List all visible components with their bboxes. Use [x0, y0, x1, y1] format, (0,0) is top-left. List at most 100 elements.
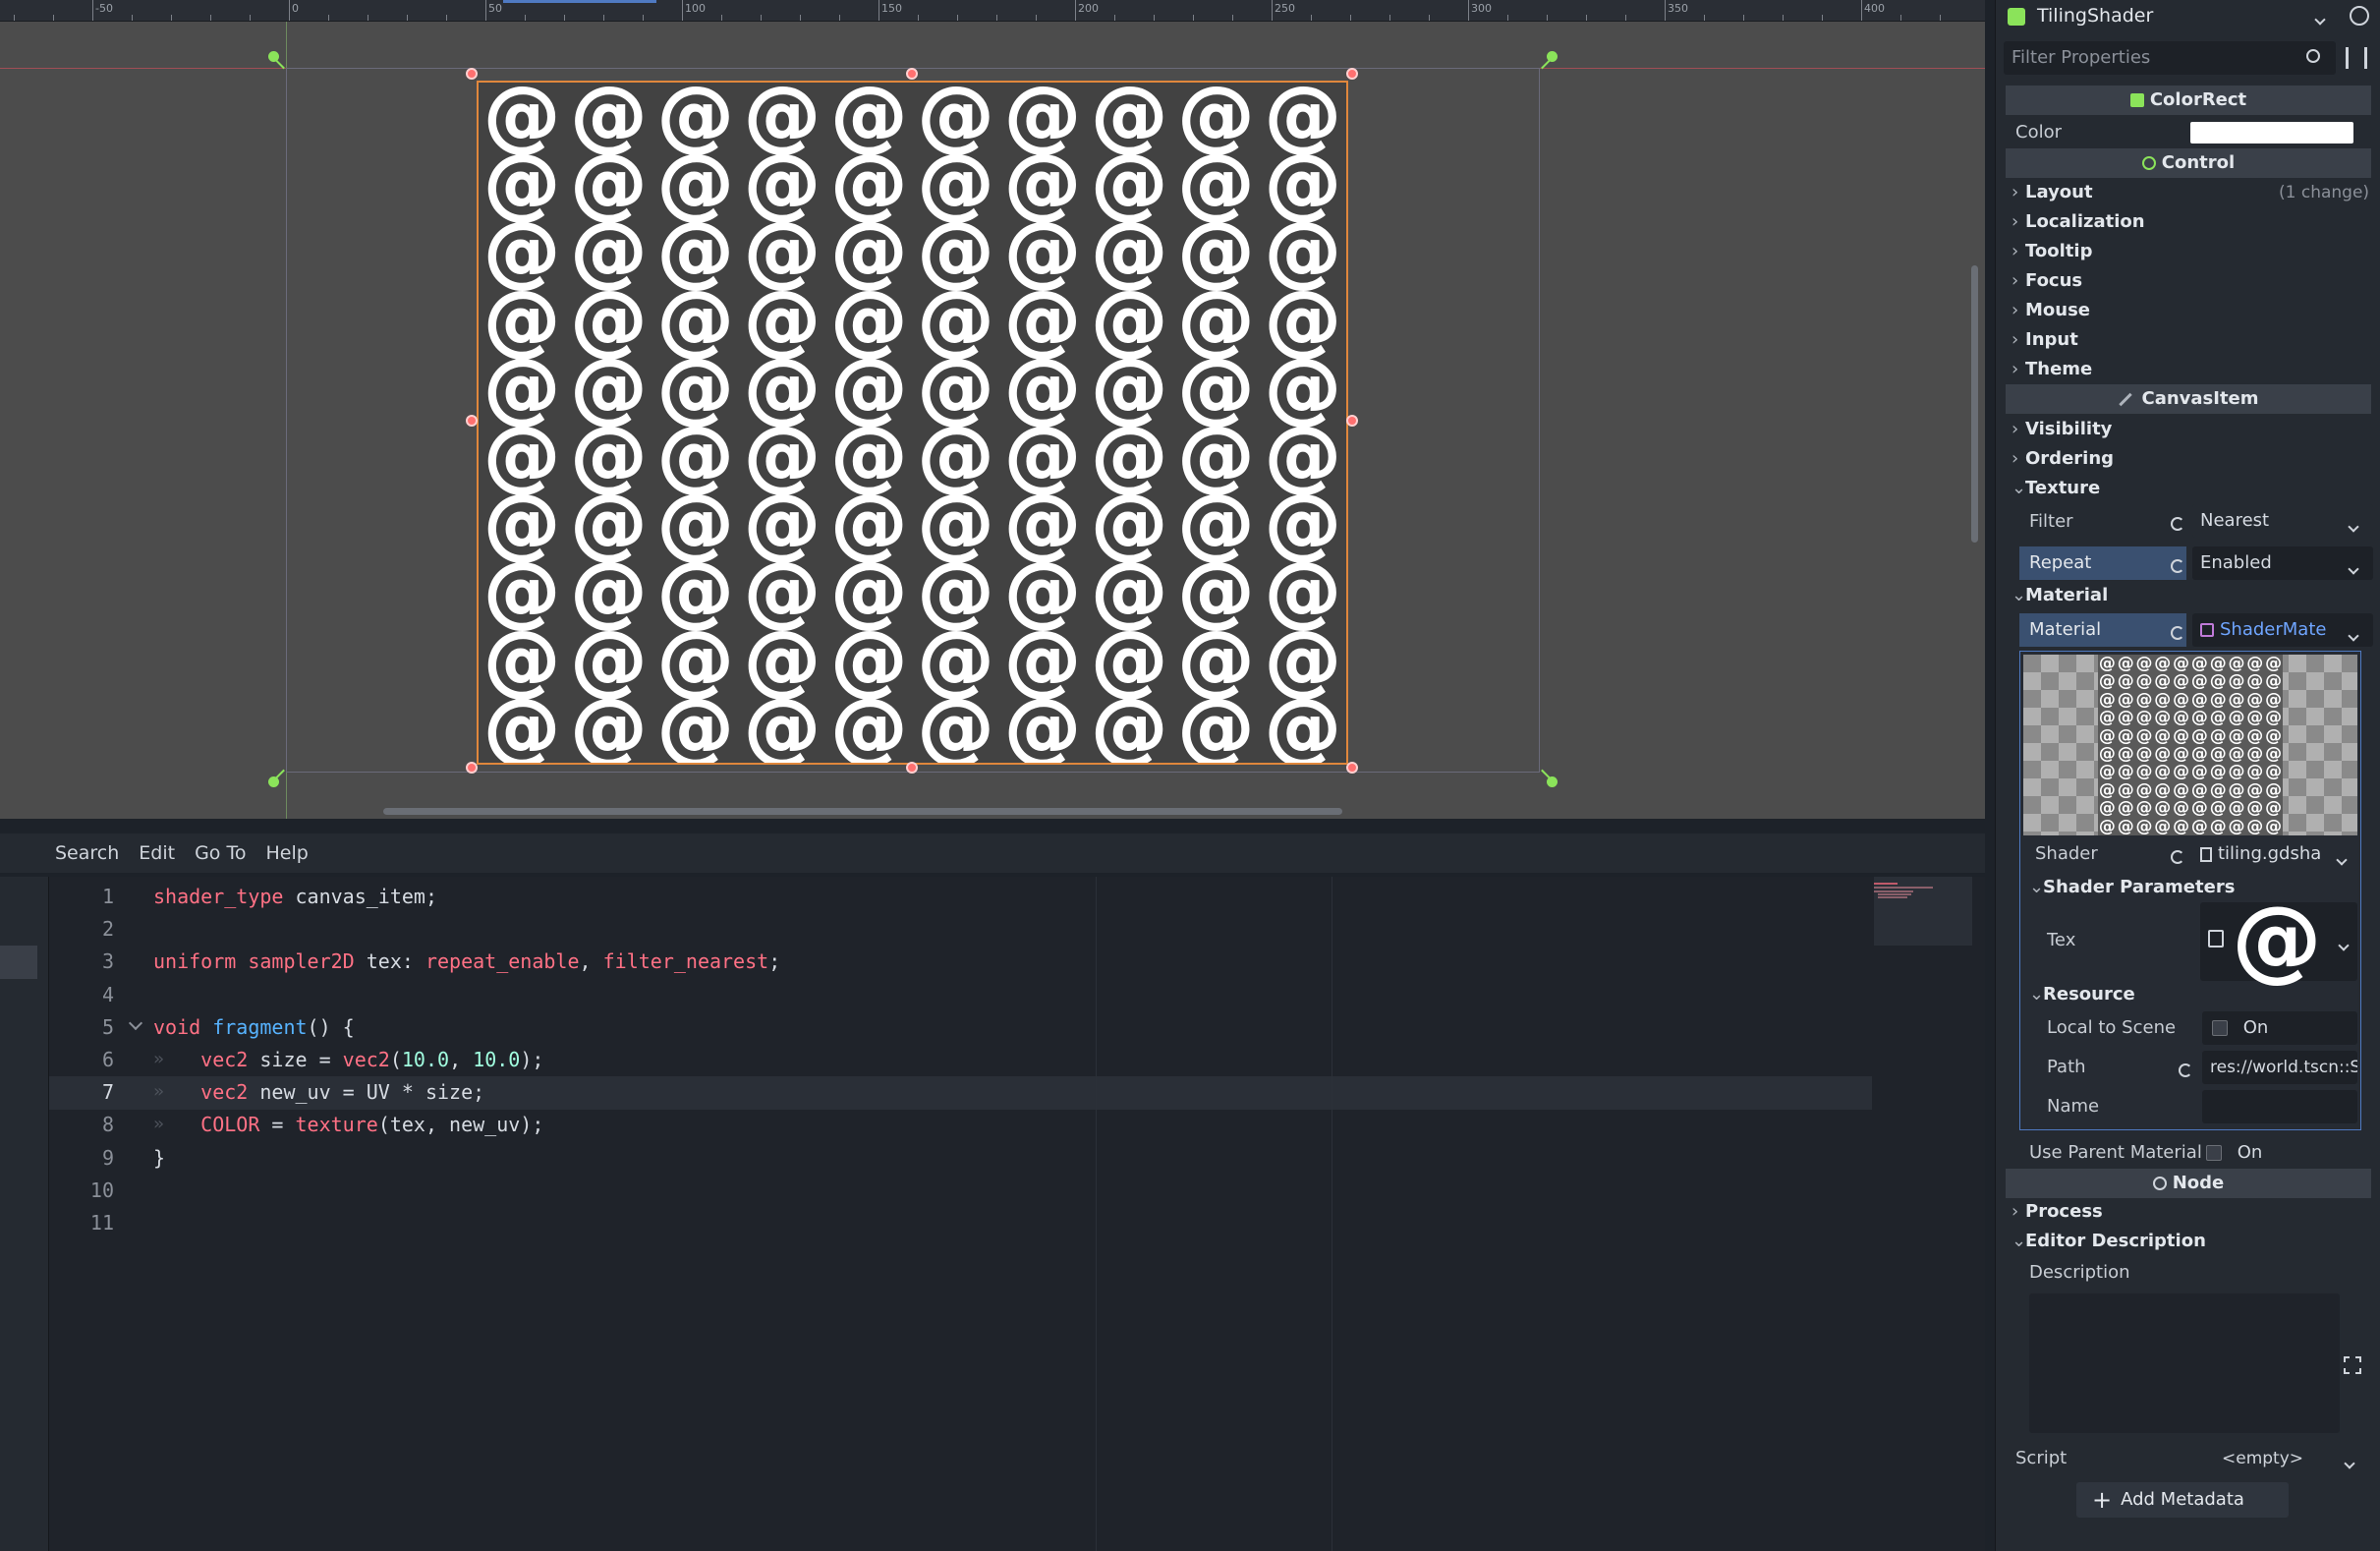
script-dropdown-chevron-icon[interactable] — [2344, 1452, 2355, 1472]
section-mouse[interactable]: › Mouse — [2012, 300, 2090, 320]
section-shader-parameters[interactable]: ⌄Shader Parameters — [2029, 877, 2235, 897]
resize-handle-right[interactable] — [1346, 415, 1358, 427]
line-number[interactable]: 5 — [49, 1015, 114, 1039]
resize-handle-top-right[interactable] — [1346, 68, 1358, 80]
code-line[interactable]: vec2 new_uv = UV * size; — [153, 1080, 484, 1104]
section-ordering[interactable]: › Ordering — [2012, 448, 2114, 469]
section-editor-description[interactable]: ⌄Editor Description — [2012, 1231, 2206, 1251]
code-line[interactable]: COLOR = texture(tex, new_uv); — [153, 1113, 543, 1136]
line-number[interactable]: 1 — [49, 885, 114, 908]
path-revert-icon[interactable] — [2179, 1060, 2192, 1080]
preview-tile-glyph: @ — [2265, 798, 2283, 819]
local-to-scene-checkbox[interactable]: On — [2202, 1011, 2357, 1045]
script-list-selected[interactable] — [0, 946, 37, 979]
material-dropdown-chevron-icon[interactable] — [2348, 624, 2359, 645]
horizontal-ruler[interactable]: -50 0 50 100 150 200 250 300 350 400 — [0, 0, 1985, 22]
description-textarea[interactable] — [2029, 1293, 2340, 1433]
resize-handle-top-left[interactable] — [466, 68, 478, 80]
object-properties-icon[interactable] — [2350, 6, 2369, 26]
search-icon — [2306, 49, 2320, 63]
preview-tile-glyph: @ — [2135, 725, 2153, 746]
line-number[interactable]: 10 — [49, 1178, 114, 1202]
resize-handle-bottom-right[interactable] — [1346, 762, 1358, 774]
filter-properties-input[interactable]: Filter Properties — [2004, 41, 2336, 75]
inspector-settings-icon[interactable] — [2346, 47, 2367, 69]
ruler-tick — [1036, 15, 1037, 21]
script-value[interactable]: <empty> — [2222, 1449, 2303, 1468]
node-icon — [2152, 1177, 2167, 1190]
line-number[interactable]: 11 — [49, 1211, 114, 1235]
line-number[interactable]: 7 — [49, 1080, 114, 1104]
repeat-dropdown[interactable]: Enabled — [2192, 546, 2373, 580]
filter-dropdown-chevron-icon — [2348, 515, 2359, 536]
section-process[interactable]: › Process — [2012, 1201, 2103, 1222]
path-input[interactable]: res://world.tscn::S — [2202, 1051, 2357, 1084]
menu-help[interactable]: Help — [265, 842, 308, 864]
shader-revert-icon[interactable] — [2171, 846, 2184, 867]
name-input[interactable] — [2202, 1090, 2357, 1123]
tab-indicator-icon: » — [153, 1114, 164, 1135]
anchor-top-left-icon[interactable] — [267, 50, 281, 64]
line-number[interactable]: 6 — [49, 1048, 114, 1071]
line-number[interactable]: 8 — [49, 1113, 114, 1136]
repeat-revert-icon[interactable] — [2171, 555, 2184, 576]
code-editor[interactable]: 1 2 3 4 5 6 7 8 9 10 11 shader_type canvas_item;uni… — [0, 877, 1985, 1551]
preview-tile-glyph: @ — [2173, 689, 2190, 710]
history-dropdown-chevron-icon[interactable] — [2314, 8, 2326, 29]
section-input[interactable]: › Input — [2012, 329, 2078, 350]
canvas-viewport[interactable]: -50 0 50 100 150 200 250 300 350 400 @ @ @ @ @ @ @ @ @ @ @ @… — [0, 0, 1985, 819]
menu-edit[interactable]: Edit — [139, 842, 175, 864]
filter-dropdown[interactable]: Nearest — [2192, 504, 2373, 538]
resize-handle-bottom-left[interactable] — [466, 762, 478, 774]
menu-search[interactable]: Search — [55, 842, 119, 864]
shader-dropdown-chevron-icon[interactable] — [2336, 848, 2348, 869]
section-theme[interactable]: › Theme — [2012, 359, 2092, 379]
section-layout[interactable]: › Layout — [2012, 182, 2093, 202]
code-minimap[interactable] — [1874, 877, 1972, 946]
use-parent-material-checkbox[interactable]: On — [2202, 1136, 2373, 1170]
viewport-horizontal-scrollbar[interactable] — [383, 808, 1342, 815]
section-texture[interactable]: ⌄Texture — [2012, 478, 2100, 498]
tex-dropdown-chevron-icon[interactable] — [2338, 934, 2350, 954]
section-resource[interactable]: ⌄Resource — [2029, 984, 2135, 1005]
code-line[interactable]: vec2 size = vec2(10.0, 10.0); — [153, 1048, 543, 1071]
code-line[interactable]: uniform sampler2D tex: repeat_enable, fi… — [153, 949, 780, 973]
line-number[interactable]: 9 — [49, 1146, 114, 1170]
line-number[interactable]: 4 — [49, 983, 114, 1006]
tiling-colorrect[interactable]: @ @ @ @ @ @ @ @ @ @ @ @ @ @ @ @ @ @ @ @ @ @ @ @ @ @ @ @ @ @ @ @ @ @ @ @ @ @ @ @… — [477, 81, 1348, 765]
section-localization[interactable]: › Localization — [2012, 211, 2145, 232]
shader-resource-button[interactable]: tiling.gdsha — [2192, 837, 2357, 871]
code-line[interactable]: shader_type canvas_item; — [153, 885, 437, 908]
line-number[interactable]: 2 — [49, 917, 114, 941]
preview-tile-glyph: @ — [2135, 798, 2153, 819]
filter-revert-icon[interactable] — [2171, 513, 2184, 534]
line-number[interactable]: 3 — [49, 949, 114, 973]
anchor-bottom-left-icon[interactable] — [267, 775, 281, 788]
section-focus[interactable]: › Focus — [2012, 270, 2082, 291]
section-visibility[interactable]: › Visibility — [2012, 419, 2112, 439]
script-list-strip[interactable] — [0, 877, 49, 1551]
node-name[interactable]: TilingShader — [2037, 5, 2153, 27]
resize-handle-bottom[interactable] — [906, 762, 918, 774]
anchor-top-right-icon[interactable] — [1545, 50, 1558, 64]
description-label: Description — [2029, 1262, 2130, 1283]
anchor-bottom-right-icon[interactable] — [1545, 775, 1558, 788]
preview-tile-glyph: @ — [2265, 708, 2283, 728]
section-material[interactable]: ⌄Material — [2012, 585, 2108, 605]
material-revert-icon[interactable] — [2171, 622, 2184, 643]
preview-tile-glyph: @ — [2265, 743, 2283, 764]
code-line[interactable]: } — [153, 1146, 165, 1170]
resize-handle-top[interactable] — [906, 68, 918, 80]
menu-go-to[interactable]: Go To — [195, 842, 246, 864]
preview-tile-glyph: @ — [2117, 762, 2134, 782]
resize-handle-left[interactable] — [466, 415, 478, 427]
material-resource-button[interactable]: ShaderMate — [2192, 613, 2373, 647]
expand-editor-icon[interactable] — [2344, 1356, 2361, 1374]
color-picker-button[interactable] — [2190, 122, 2353, 144]
viewport-vertical-scrollbar[interactable] — [1971, 265, 1978, 543]
preview-tile-glyph: @ — [2135, 689, 2153, 710]
add-metadata-button[interactable]: + Add Metadata — [2076, 1482, 2289, 1518]
section-tooltip[interactable]: › Tooltip — [2012, 241, 2092, 261]
code-line[interactable]: void fragment() { — [153, 1015, 355, 1039]
tile-glyph: @ — [1091, 683, 1168, 765]
